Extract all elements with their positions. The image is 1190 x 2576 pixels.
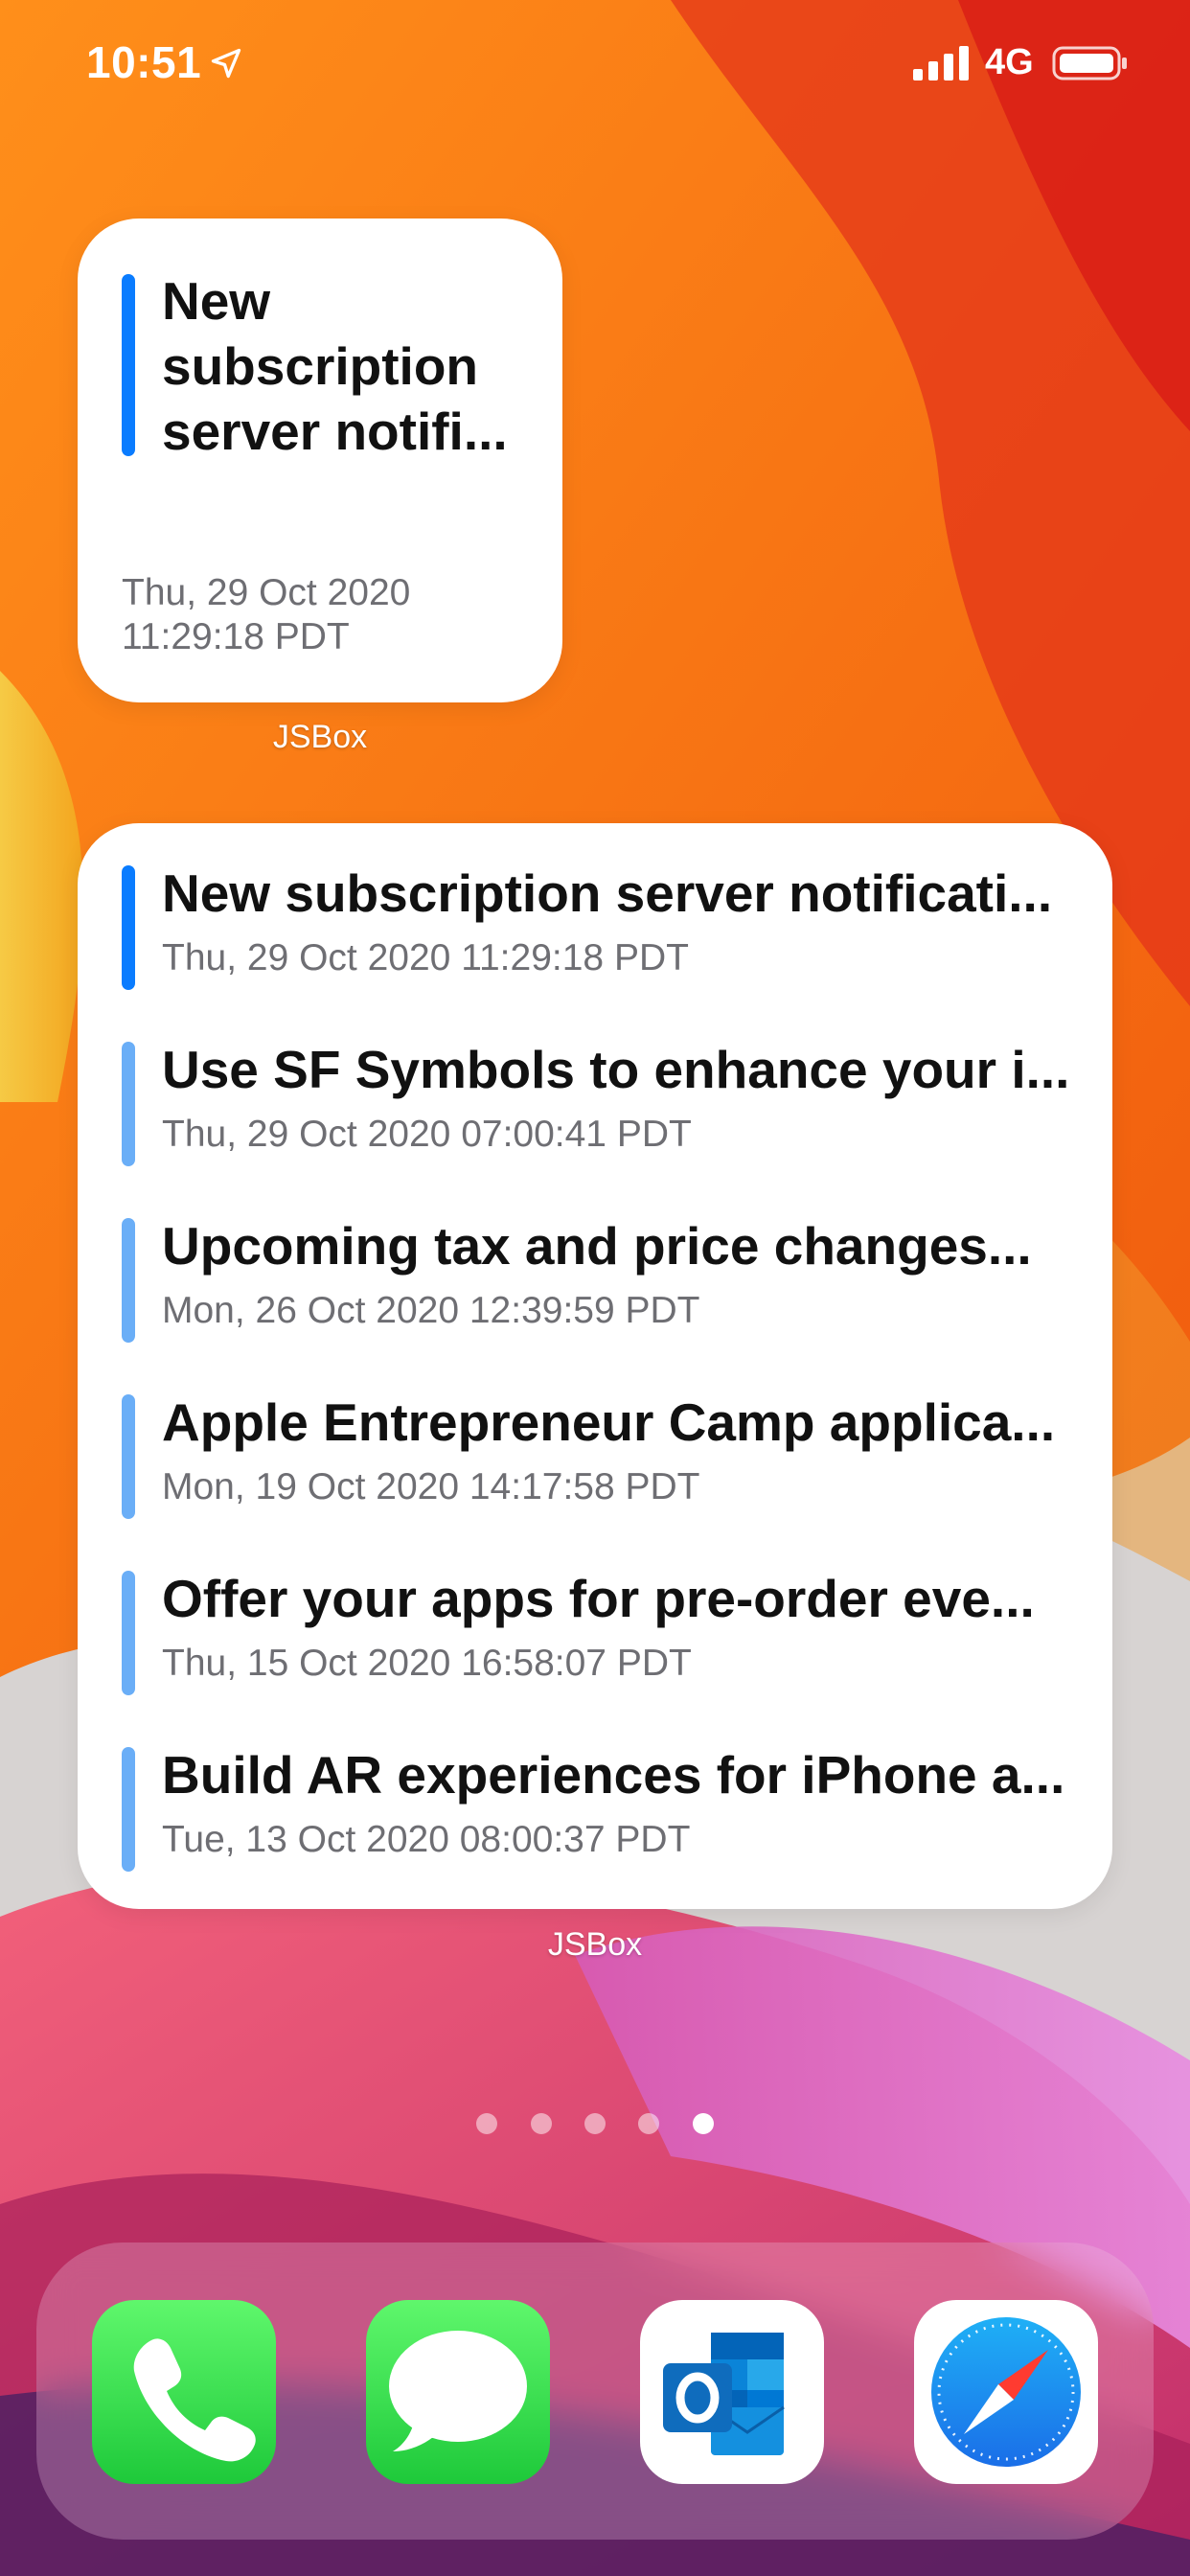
jsbox-small-widget[interactable]: New subscription server notifi... Thu, 2… — [78, 218, 562, 702]
accent-bar — [122, 1218, 135, 1343]
status-bar: 10:51 4G — [0, 0, 1190, 134]
page-dot[interactable] — [476, 2113, 498, 2134]
signal-icon — [913, 46, 969, 80]
news-list: New subscription server notificati... Th… — [122, 860, 1070, 1918]
dock — [36, 2242, 1154, 2540]
news-item-date: Thu, 15 Oct 2020 16:58:07 PDT — [162, 1643, 692, 1684]
page-dot[interactable] — [530, 2113, 552, 2134]
accent-bar — [122, 865, 135, 990]
news-item[interactable]: Offer your apps for pre-order eve... Thu… — [122, 1565, 1070, 1741]
accent-bar — [122, 1394, 135, 1519]
status-time: 10:51 — [86, 37, 202, 87]
widget-label: JSBox — [547, 1926, 643, 1963]
news-item-date: Mon, 26 Oct 2020 12:39:59 PDT — [162, 1290, 700, 1331]
phone-icon — [133, 2338, 256, 2462]
outlook-app[interactable] — [640, 2300, 824, 2484]
news-item[interactable]: Apple Entrepreneur Camp applica... Mon, … — [122, 1389, 1070, 1565]
widget-date-line2: 11:29:18 PDT — [122, 616, 350, 657]
news-item-date: Mon, 19 Oct 2020 14:17:58 PDT — [162, 1466, 700, 1507]
messages-icon — [389, 2331, 527, 2451]
news-item-date: Tue, 13 Oct 2020 08:00:37 PDT — [162, 1819, 691, 1860]
news-item[interactable]: Upcoming tax and price changes... Mon, 2… — [122, 1212, 1070, 1389]
news-item-title: Offer your apps for pre-order eve... — [162, 1569, 1035, 1628]
jsbox-large-widget[interactable]: New subscription server notificati... Th… — [78, 823, 1112, 1909]
page-dot-active[interactable] — [692, 2113, 714, 2134]
phone-app[interactable] — [92, 2300, 276, 2484]
battery-icon — [1052, 46, 1127, 80]
widget-date: Thu, 29 Oct 2020 11:29:18 PDT — [122, 571, 524, 659]
page-indicator[interactable] — [0, 2113, 1190, 2140]
page-dot[interactable] — [638, 2113, 660, 2134]
safari-icon — [931, 2317, 1081, 2467]
news-item-date: Thu, 29 Oct 2020 07:00:41 PDT — [162, 1114, 692, 1155]
network-label: 4G — [985, 42, 1034, 82]
news-item[interactable]: Use SF Symbols to enhance your i... Thu,… — [122, 1036, 1070, 1212]
news-item-title: Use SF Symbols to enhance your i... — [162, 1040, 1070, 1099]
news-item-title: Build AR experiences for iPhone a... — [162, 1745, 1065, 1805]
location-icon — [211, 48, 241, 79]
accent-bar — [122, 274, 135, 456]
widget-title: New subscription server notifi... — [162, 271, 508, 461]
messages-app[interactable] — [366, 2300, 550, 2484]
widget-date-line1: Thu, 29 Oct 2020 — [122, 572, 411, 613]
page-dot[interactable] — [584, 2113, 606, 2134]
news-item-title: New subscription server notificati... — [162, 863, 1053, 923]
widget-label: JSBox — [272, 719, 368, 755]
outlook-icon — [663, 2333, 785, 2455]
accent-bar — [122, 1042, 135, 1166]
safari-app[interactable] — [914, 2300, 1098, 2484]
news-item[interactable]: Build AR experiences for iPhone a... Tue… — [122, 1741, 1070, 1918]
news-item-title: Apple Entrepreneur Camp applica... — [162, 1392, 1056, 1452]
accent-bar — [122, 1571, 135, 1695]
news-item[interactable]: New subscription server notificati... Th… — [122, 860, 1070, 1036]
news-item-title: Upcoming tax and price changes... — [162, 1216, 1032, 1276]
accent-bar — [122, 1747, 135, 1872]
news-item-date: Thu, 29 Oct 2020 11:29:18 PDT — [162, 937, 689, 978]
